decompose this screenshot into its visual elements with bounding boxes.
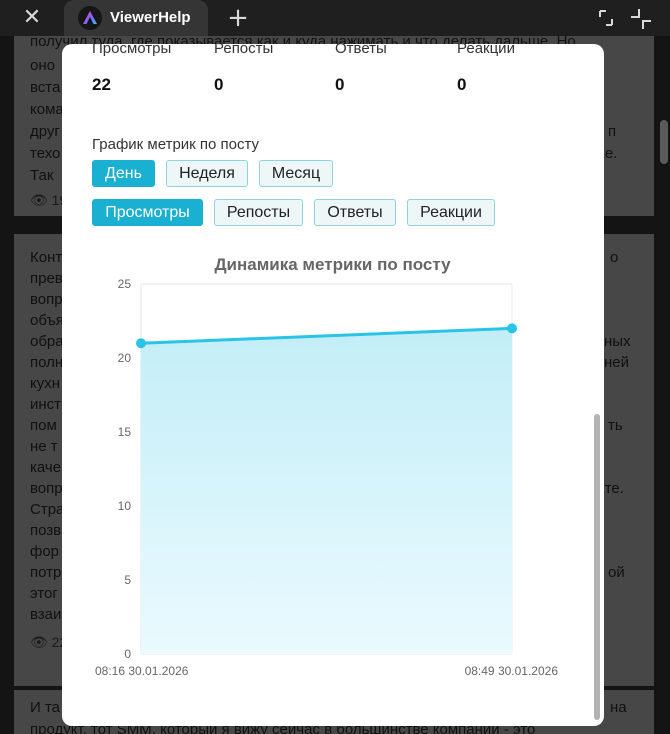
- post-text-line: Стра: [30, 501, 65, 518]
- data-point: [507, 323, 517, 334]
- stat-label-replies: Ответы: [335, 44, 387, 57]
- post-text-line: вопр: [30, 291, 63, 308]
- post-text-line: техо: [30, 145, 61, 162]
- modal-scrollbar[interactable]: [594, 414, 600, 720]
- stat-value-reposts: 0: [214, 75, 224, 94]
- post-text-line: взаи: [30, 606, 62, 623]
- y-tick-label: 25: [118, 277, 132, 291]
- x-tick-label: 08:16 30.01.2026: [95, 664, 189, 678]
- post-text-fragment: ой: [608, 564, 625, 581]
- stat-value-replies: 0: [335, 75, 345, 94]
- feed-scrollbar[interactable]: [660, 120, 668, 164]
- data-point: [136, 338, 146, 349]
- metric-reposts-button[interactable]: Репосты: [214, 199, 303, 226]
- new-tab-plus-icon[interactable]: +: [226, 5, 250, 31]
- app-logo-icon: [78, 6, 102, 30]
- chart-section-title: График метрик по посту: [92, 136, 260, 153]
- post-text-line: Конт: [30, 249, 63, 266]
- post-text-line: друг: [30, 123, 60, 140]
- tab-bar: ✕ ViewerHelp +: [0, 0, 670, 36]
- period-week-button[interactable]: Неделя: [166, 160, 248, 187]
- period-day-button[interactable]: День: [92, 160, 155, 187]
- eye-icon: 👁: [30, 634, 48, 650]
- post-text-line: вопр: [30, 480, 63, 497]
- post-text-line: позв: [30, 522, 62, 539]
- post-text-line: вста: [30, 79, 61, 96]
- post-text-line: пом: [30, 417, 57, 434]
- post-text-line: И та: [30, 699, 60, 716]
- post-text-fragment: о: [610, 249, 619, 266]
- post-text-line: оно: [30, 57, 55, 74]
- post-text-line: Так: [30, 167, 54, 184]
- y-tick-label: 5: [124, 573, 131, 587]
- post-text-line: потр: [30, 564, 62, 581]
- post-text-fragment: на: [610, 699, 627, 716]
- stat-label-reposts: Репосты: [214, 44, 274, 57]
- period-month-button[interactable]: Месяц: [259, 160, 333, 187]
- y-tick-label: 0: [124, 647, 131, 661]
- post-text-line: прев: [30, 270, 63, 287]
- tab-viewerhelp[interactable]: ViewerHelp: [64, 0, 208, 36]
- x-tick-label: 08:49 30.01.2026: [465, 664, 559, 678]
- post-text-fragment: п: [608, 123, 617, 140]
- post-text-line: инст: [30, 396, 62, 413]
- post-text-fragment: ней: [604, 354, 630, 371]
- post-text-line: обра: [30, 333, 64, 350]
- post-text-line: кухн: [30, 375, 61, 392]
- post-text-line: каче: [30, 459, 62, 476]
- post-text-line: полн: [30, 354, 64, 371]
- eye-icon: 👁: [30, 192, 48, 208]
- post-text-line: кома: [30, 101, 64, 118]
- post-text-fragment: ть: [608, 417, 623, 434]
- collapse-window-icon[interactable]: [630, 8, 651, 29]
- stat-label-views: Просмотры: [92, 44, 172, 57]
- post-text-line: не т: [30, 438, 58, 455]
- metric-reactions-button[interactable]: Реакции: [407, 199, 495, 226]
- stat-value-reactions: 0: [457, 75, 467, 94]
- stat-label-reactions: Реакции: [457, 44, 515, 57]
- y-tick-label: 10: [118, 499, 132, 513]
- post-text-line: этог: [30, 585, 58, 602]
- stat-value-views: 22: [92, 75, 111, 94]
- tab-title: ViewerHelp: [110, 9, 191, 26]
- metric-views-button[interactable]: Просмотры: [92, 199, 203, 226]
- close-icon[interactable]: ✕: [20, 7, 44, 29]
- metric-replies-button[interactable]: Ответы: [314, 199, 396, 226]
- y-tick-label: 20: [118, 351, 132, 365]
- restore-window-icon[interactable]: [596, 8, 616, 28]
- series-area: [141, 328, 512, 654]
- y-tick-label: 15: [118, 425, 132, 439]
- post-text-line: объя: [30, 312, 64, 329]
- chart-title: Динамика метрики по посту: [214, 255, 451, 274]
- metric-chart-svg: Динамика метрики по посту 0 5 10 15 20 25 08:16…: [95, 255, 559, 678]
- post-metrics-modal: Просмотры Репосты Ответы Реакции 22 0 0 …: [62, 44, 604, 726]
- post-text-line: фор: [30, 543, 60, 560]
- metric-chart: Динамика метрики по посту 0 5 10 15 20 25 08:16…: [62, 242, 604, 692]
- post-text-fragment: ных: [604, 333, 631, 350]
